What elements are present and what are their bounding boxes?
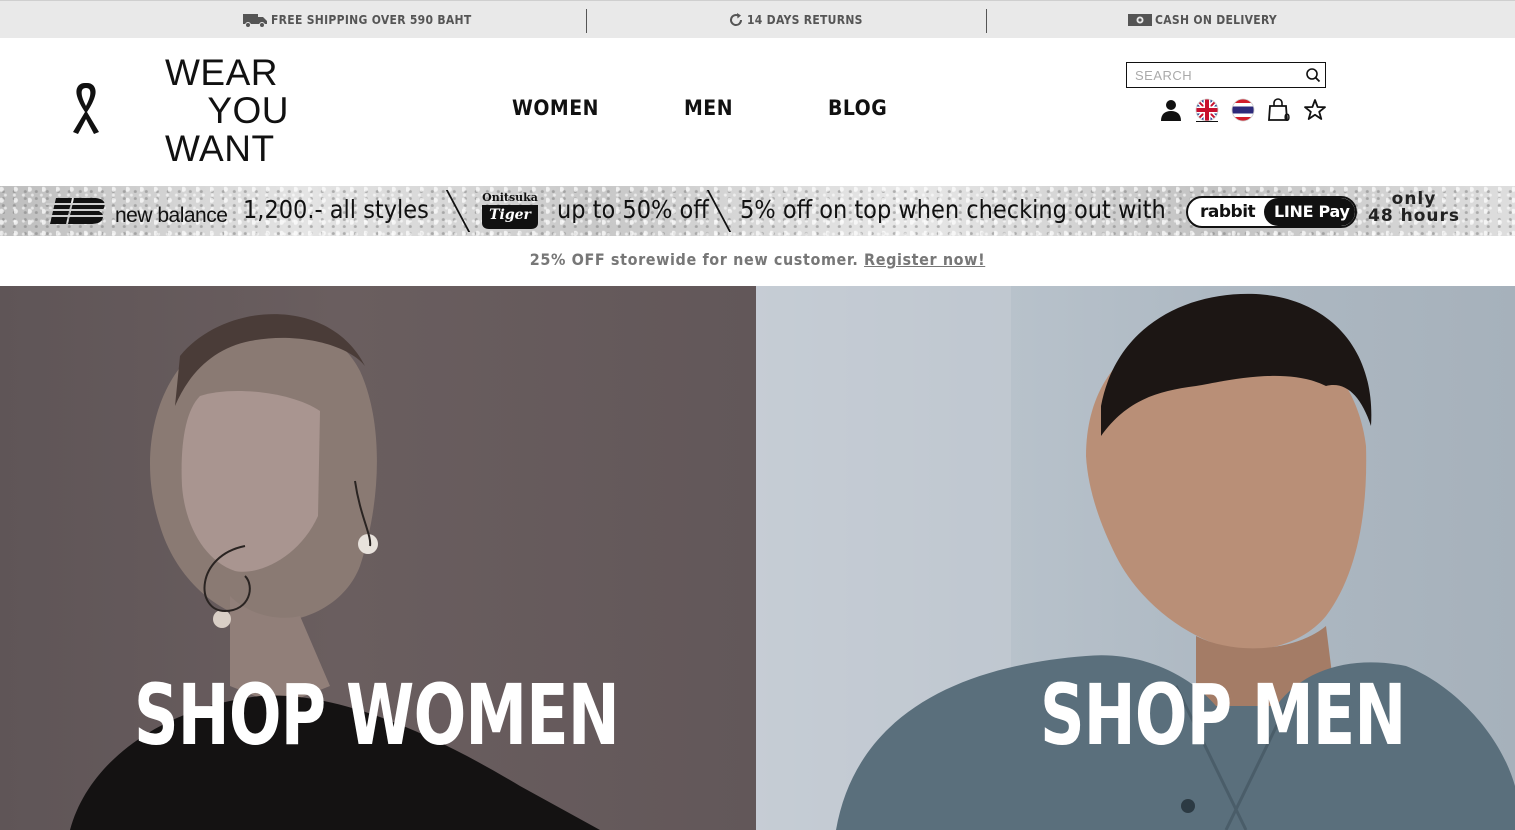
cod-info: CASH ON DELIVERY [1128, 11, 1277, 29]
register-link[interactable]: Register now! [864, 250, 985, 269]
returns-info: 14 DAYS RETURNS [728, 11, 863, 29]
time-limit-label: only 48 hours [1366, 191, 1462, 225]
new-balance-label: new balance [115, 204, 228, 227]
rabbit-line-pay-badge: rabbit LINE Pay [1186, 196, 1357, 228]
new-customer-message: 25% OFF storewide for new customer. Regi… [0, 250, 1515, 269]
new-balance-offer: 1,200.- all styles [243, 195, 429, 224]
thai-flag-icon[interactable] [1231, 98, 1255, 122]
shop-men-panel[interactable]: SHOP MEN [756, 286, 1515, 830]
divider [706, 190, 732, 232]
free-shipping-text: FREE SHIPPING OVER 590 BAHT [271, 13, 472, 27]
nav-women[interactable]: WOMEN [512, 96, 599, 120]
shop-men-title[interactable]: SHOP MEN [1040, 666, 1406, 764]
uk-flag-icon[interactable] [1195, 98, 1219, 122]
tiger-label: Tiger [489, 207, 531, 223]
black-ribbon-icon [73, 83, 99, 134]
search-input[interactable] [1135, 66, 1303, 84]
cart-count: 0 [1284, 112, 1291, 124]
nav-men[interactable]: MEN [684, 96, 733, 120]
refresh-icon [730, 13, 743, 26]
truck-icon [243, 14, 267, 28]
nav-blog[interactable]: BLOG [828, 96, 887, 120]
logo-line: WEAR [165, 52, 278, 93]
search-box [1126, 62, 1326, 88]
divider [986, 9, 987, 33]
free-shipping-info: FREE SHIPPING OVER 590 BAHT [243, 11, 472, 29]
wishlist-star-icon[interactable] [1303, 98, 1327, 122]
cash-icon [1128, 14, 1152, 26]
shop-women-title[interactable]: SHOP WOMEN [134, 666, 620, 764]
info-bar: FREE SHIPPING OVER 590 BAHT 14 DAYS RETU… [0, 0, 1515, 38]
site-logo[interactable]: WEAR YOU WANT [165, 54, 289, 168]
rabbit-label: rabbit [1200, 202, 1256, 222]
returns-text: 14 DAYS RETURNS [747, 13, 863, 27]
new-customer-strip: 25% OFF storewide for new customer. Regi… [0, 236, 1515, 286]
site-header: WEAR YOU WANT WOMEN MEN BLOG SEARCH 0 [0, 38, 1515, 186]
extra-offer: 5% off on top when checking out with [740, 195, 1166, 224]
logo-line: WANT [165, 128, 275, 169]
new-balance-logo-icon [46, 198, 106, 224]
tiger-offer: up to 50% off [557, 195, 709, 224]
divider [445, 190, 471, 232]
onitsuka-tiger-logo: Onitsuka Tiger [480, 191, 540, 236]
discount-text: 25% OFF storewide for new customer. [529, 250, 859, 269]
account-icon[interactable] [1159, 98, 1183, 122]
divider [586, 9, 587, 33]
shop-women-panel[interactable]: SHOP WOMEN [0, 286, 756, 830]
hours-text: 48 hours [1368, 206, 1460, 226]
line-pay-label: LINE Pay [1274, 202, 1350, 221]
logo-line: YOU [207, 90, 289, 131]
onitsuka-label: Onitsuka [482, 191, 538, 204]
cod-text: CASH ON DELIVERY [1155, 13, 1278, 27]
search-icon[interactable] [1305, 67, 1321, 83]
